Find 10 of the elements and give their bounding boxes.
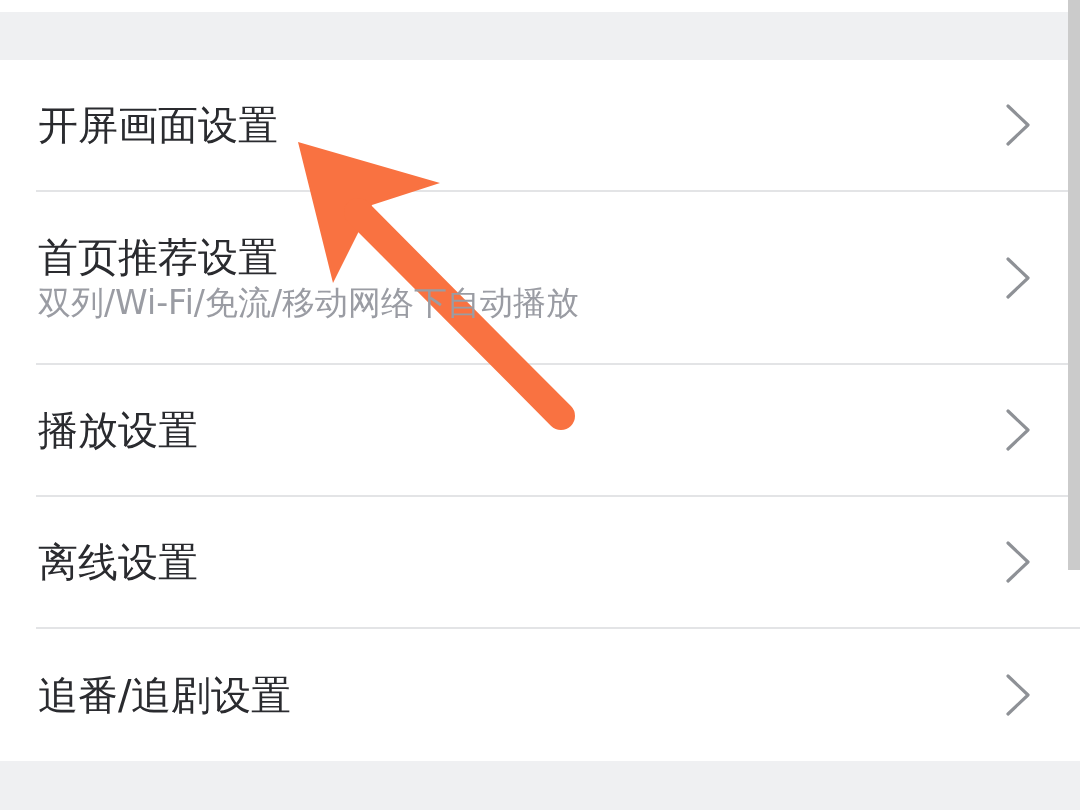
chevron-right-icon [1006,409,1030,451]
chevron-right-icon [1006,256,1030,299]
setting-title[interactable]: 首页推荐设置 [38,232,278,281]
setting-title[interactable]: 开屏画面设置 [38,101,278,149]
chevron-right-icon [1006,541,1030,583]
chevron-right-icon [1006,674,1030,716]
setting-title[interactable]: 追番/追剧设置 [38,671,292,719]
chevron-right-icon [1006,104,1030,146]
setting-title[interactable]: 离线设置 [38,538,198,586]
setting-title[interactable]: 播放设置 [38,406,198,454]
